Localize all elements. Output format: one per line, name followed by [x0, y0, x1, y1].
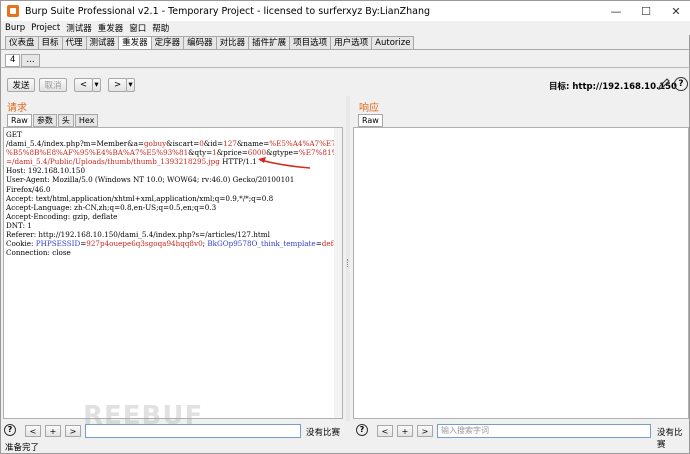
tab-project-options[interactable]: 项目选项: [289, 36, 331, 50]
tab-user-options[interactable]: 用户选项: [330, 36, 372, 50]
response-tab-raw[interactable]: Raw: [358, 114, 383, 127]
tab-target[interactable]: 目标: [37, 36, 62, 50]
minimize-button[interactable]: —: [601, 1, 631, 21]
request-line: User-Agent: Mozilla/5.0 (Windows NT 10.0…: [6, 175, 295, 185]
response-help-icon[interactable]: ?: [356, 424, 368, 436]
menu-window[interactable]: 窗口: [129, 22, 146, 34]
status-text: 准备完了: [5, 443, 40, 453]
request-tab-headers[interactable]: 头: [57, 114, 74, 127]
close-button[interactable]: ✕: [661, 1, 690, 21]
request-title: 请求: [7, 103, 27, 114]
request-add-button[interactable]: +: [45, 425, 61, 437]
pencil-icon[interactable]: [657, 77, 671, 91]
response-prev-button[interactable]: <: [377, 425, 393, 437]
tab-divider: [1, 49, 690, 50]
request-line: Referer: http://192.168.10.150/dami_5.4/…: [6, 230, 270, 240]
main-tabs: 仪表盘 目标 代理 测试器 重发器 定序器 编码器 对比器 插件扩展 项目选项 …: [5, 36, 415, 50]
forward-dropdown-button[interactable]: ▾: [126, 78, 135, 92]
menu-burp[interactable]: Burp: [5, 23, 25, 33]
request-line: Cookie: PHPSESSID=927p4ouepe6q3sgoqa94hq…: [6, 239, 342, 249]
request-line: Accept-Language: zh-CN,zh;q=0.8,en-US;q=…: [6, 202, 217, 212]
repeater-tab-new[interactable]: ...: [21, 54, 40, 67]
tab-comparer[interactable]: 对比器: [215, 36, 249, 50]
back-button[interactable]: <: [74, 78, 93, 92]
request-next-button[interactable]: >: [65, 425, 81, 437]
forward-button[interactable]: >: [108, 78, 127, 92]
request-no-match: 没有比赛: [306, 428, 341, 438]
back-dropdown-button[interactable]: ▾: [92, 78, 101, 92]
response-tabs: Raw: [358, 114, 384, 127]
send-button[interactable]: 发送: [7, 78, 35, 92]
divider-grip-icon[interactable]: [347, 259, 349, 267]
request-scrollbar[interactable]: [334, 128, 342, 418]
tab-sequencer[interactable]: 定序器: [150, 36, 184, 50]
tab-proxy[interactable]: 代理: [61, 36, 86, 50]
menu-bar: Burp Project 测试器 重发器 窗口 帮助: [1, 21, 690, 35]
cancel-button[interactable]: 取消: [39, 78, 67, 92]
repeater-tab-4[interactable]: 4: [5, 54, 21, 67]
window-title: Burp Suite Professional v2.1 - Temporary…: [25, 5, 431, 17]
request-line: Accept: text/html,application/xhtml+xml,…: [6, 193, 274, 203]
request-tabs: Raw 参数 头 Hex: [7, 114, 99, 127]
tab-autorize[interactable]: Autorize: [371, 36, 415, 50]
help-icon[interactable]: ?: [674, 77, 688, 91]
request-line: /dami_5.4/index.php?m=Member&a=gobuy&isc…: [6, 139, 342, 149]
subtab-divider: [1, 67, 690, 68]
request-line: Connection: close: [6, 248, 71, 258]
request-prev-button[interactable]: <: [25, 425, 41, 437]
tab-repeater[interactable]: 重发器: [118, 36, 151, 50]
menu-repeater[interactable]: 重发器: [98, 22, 124, 34]
burp-window: Burp Suite Professional v2.1 - Temporary…: [0, 0, 690, 454]
title-bar: Burp Suite Professional v2.1 - Temporary…: [1, 1, 690, 21]
response-editor[interactable]: [353, 127, 689, 419]
request-help-icon[interactable]: ?: [4, 424, 16, 436]
request-text[interactable]: GET/dami_5.4/index.php?m=Member&a=gobuy&…: [6, 130, 342, 258]
maximize-button[interactable]: ☐: [631, 1, 661, 21]
menu-help[interactable]: 帮助: [152, 22, 169, 34]
response-search-input[interactable]: 输入搜索字词: [437, 424, 651, 438]
annotation-arrow-icon: [258, 157, 311, 169]
request-line: Firefox/46.0: [6, 184, 51, 194]
request-line: DNT: 1: [6, 220, 32, 230]
menu-intruder[interactable]: 测试器: [66, 22, 92, 34]
response-add-button[interactable]: +: [397, 425, 413, 437]
repeater-tabs: 4 ...: [5, 54, 41, 68]
request-tab-params[interactable]: 参数: [32, 114, 57, 127]
tab-extender[interactable]: 插件扩展: [248, 36, 290, 50]
request-editor[interactable]: GET/dami_5.4/index.php?m=Member&a=gobuy&…: [3, 127, 343, 419]
tab-dashboard[interactable]: 仪表盘: [5, 36, 38, 50]
request-line: Accept-Encoding: gzip, deflate: [6, 211, 118, 221]
request-tab-raw[interactable]: Raw: [7, 114, 32, 127]
tab-intruder[interactable]: 测试器: [85, 36, 119, 50]
request-tab-hex[interactable]: Hex: [74, 114, 99, 127]
watermark: REEBUF: [83, 401, 204, 431]
request-line: GET: [6, 130, 22, 139]
response-title: 响应: [359, 103, 379, 114]
response-next-button[interactable]: >: [417, 425, 433, 437]
burp-logo-icon: [7, 5, 19, 17]
tab-decoder[interactable]: 编码器: [183, 36, 216, 50]
response-no-match: 没有比赛: [657, 428, 683, 450]
menu-project[interactable]: Project: [31, 23, 60, 33]
